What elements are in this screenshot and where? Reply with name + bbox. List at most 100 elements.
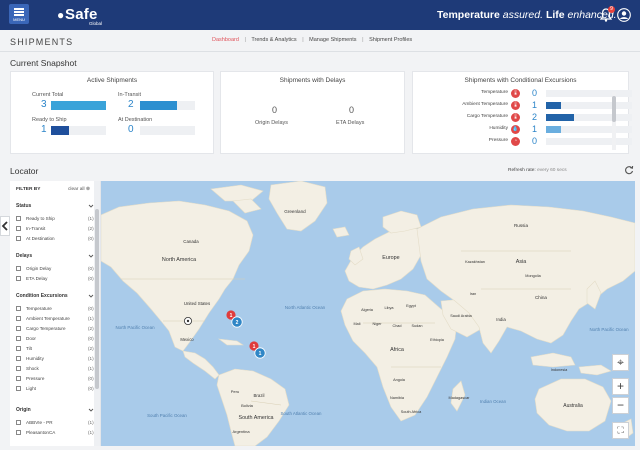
filter-option[interactable]: Tilt (2) [16,345,96,353]
excursion-label: Cargo Temperature [466,114,508,119]
nav-dashboard[interactable]: Dashboard [212,37,239,43]
menu-button[interactable]: MENU [9,4,29,24]
filter-option[interactable]: ABBVIe - PR (1) [16,419,96,427]
clear-all-link[interactable]: clear all ⊗ [68,187,90,192]
checkbox[interactable] [16,386,21,391]
filter-panel: FILTER BY clear all ⊗ Status Ready to Sh… [10,181,101,446]
checkbox[interactable] [16,266,21,271]
map-label: United States [184,301,211,306]
tile-bar [140,126,195,135]
filter-option[interactable]: Ready to Ship (1) [16,215,96,223]
zoom-in-icon: + [616,379,624,393]
filter-option[interactable]: Door (0) [16,335,96,343]
checkbox[interactable] [16,306,21,311]
tile-bar [51,126,106,135]
nav-manage-shipments[interactable]: Manage Shipments [309,37,356,43]
svg-text:1: 1 [259,351,262,357]
card-title: Shipments with Delays [279,77,346,84]
user-icon[interactable] [617,8,631,22]
filter-option[interactable]: Ambient Temperature (1) [16,315,96,323]
nav-shipment-profiles[interactable]: Shipment Profiles [369,37,412,43]
map-label: Australia [563,403,583,409]
filter-scrollbar[interactable] [94,181,100,446]
excursion-label: Humidity [489,126,508,131]
checkbox[interactable] [16,276,21,281]
card-title: Shipments with Conditional Excursions [464,77,577,84]
fullscreen-button[interactable]: ⛶ [612,422,629,439]
filter-option[interactable]: In-Transit (2) [16,225,96,233]
ocean-label: North Pacific Ocean [115,325,155,330]
filter-group-delays[interactable]: Delays [16,253,32,259]
tile-value[interactable]: 1 [41,124,47,135]
tile-value[interactable]: 0 [128,124,134,135]
excursion-value: 1 [532,124,538,134]
checkbox[interactable] [16,366,21,371]
map-label: India [496,317,506,322]
tile-value[interactable]: 2 [128,99,134,110]
checkbox[interactable] [16,430,21,435]
tagline: Temperature assured. Life enhanced. [437,9,617,21]
origin-delays-value[interactable]: 0 [272,105,277,115]
filter-group-condition-excursions[interactable]: Condition Excursions [16,293,68,299]
excursions-scrollbar[interactable] [612,92,616,150]
excursion-row-cargo-temperature[interactable]: Cargo Temperature 🌡 2 [435,112,632,123]
checkbox[interactable] [16,420,21,425]
filter-option[interactable]: Origin Delay (0) [16,265,96,273]
page-title: SHIPMENTS [10,37,74,47]
excursion-row-temperature[interactable]: Temperature 🌡 0 [435,88,632,99]
eta-delays-value[interactable]: 0 [349,105,354,115]
thermometer-icon: 🌡 [511,101,520,110]
zoom-out-button[interactable]: − [612,397,629,414]
checkbox[interactable] [16,376,21,381]
filter-option[interactable]: Temperature (0) [16,305,96,313]
checkbox[interactable] [16,346,21,351]
checkbox[interactable] [16,226,21,231]
checkbox[interactable] [16,216,21,221]
map[interactable]: Greenland North America Canada United St… [101,181,635,446]
origin-marker[interactable] [184,316,193,325]
map-label: Brazil [254,393,265,398]
map-label: Iran [470,292,477,296]
filter-option[interactable]: Shock (1) [16,365,96,373]
excursion-value: 0 [532,88,538,98]
zoom-in-button[interactable]: + [612,378,629,395]
refresh-icon[interactable] [624,165,634,175]
thermometer-icon: 🌡 [511,89,520,98]
ocean-label: Indian Ocean [480,399,507,404]
tile-label: At Destination [118,117,153,123]
locate-icon: ⌖ [617,355,624,369]
tile-value[interactable]: 3 [41,99,47,110]
cluster-marker[interactable]: 2 [231,316,243,328]
filter-option[interactable]: Cargo Temperature (2) [16,325,96,333]
fullscreen-icon: ⛶ [617,425,624,435]
checkbox[interactable] [16,326,21,331]
checkbox[interactable] [16,356,21,361]
filter-group-origin[interactable]: Origin [16,407,31,413]
excursion-row-pressure[interactable]: Pressure ◔ 0 [435,136,632,147]
map-label: Europe [382,255,399,261]
filter-group-status[interactable]: Status [16,203,31,209]
cluster-marker[interactable]: 1 [254,347,266,359]
excursion-label: Pressure [488,138,508,143]
filter-option[interactable]: Humidity (1) [16,355,96,363]
filter-option[interactable]: ETA Delay (0) [16,275,96,283]
world-map[interactable]: Greenland North America Canada United St… [101,181,635,446]
map-label: Peru [231,389,239,394]
eta-delays-label: ETA Delays [336,120,365,126]
collapse-panel-button[interactable] [0,216,10,236]
excursion-row-humidity[interactable]: Humidity 💧 1 [435,124,632,135]
filter-option[interactable]: Light (0) [16,385,96,393]
checkbox[interactable] [16,336,21,341]
map-label: China [535,295,547,300]
filter-option[interactable]: At Destination (0) [16,235,96,243]
map-label: Bolivia [241,403,254,408]
checkbox[interactable] [16,316,21,321]
filter-option[interactable]: Pressure (0) [16,375,96,383]
locate-button[interactable]: ⌖ [612,354,629,371]
map-label: Algeria [361,308,374,312]
nav-trends[interactable]: Trends & Analytics [251,37,296,43]
filter-option[interactable]: PleasantonCA (1) [16,429,96,437]
checkbox[interactable] [16,236,21,241]
clear-icon: ⊗ [85,187,90,192]
excursion-row-ambient-temperature[interactable]: Ambient Temperature 🌡 1 [435,100,632,111]
